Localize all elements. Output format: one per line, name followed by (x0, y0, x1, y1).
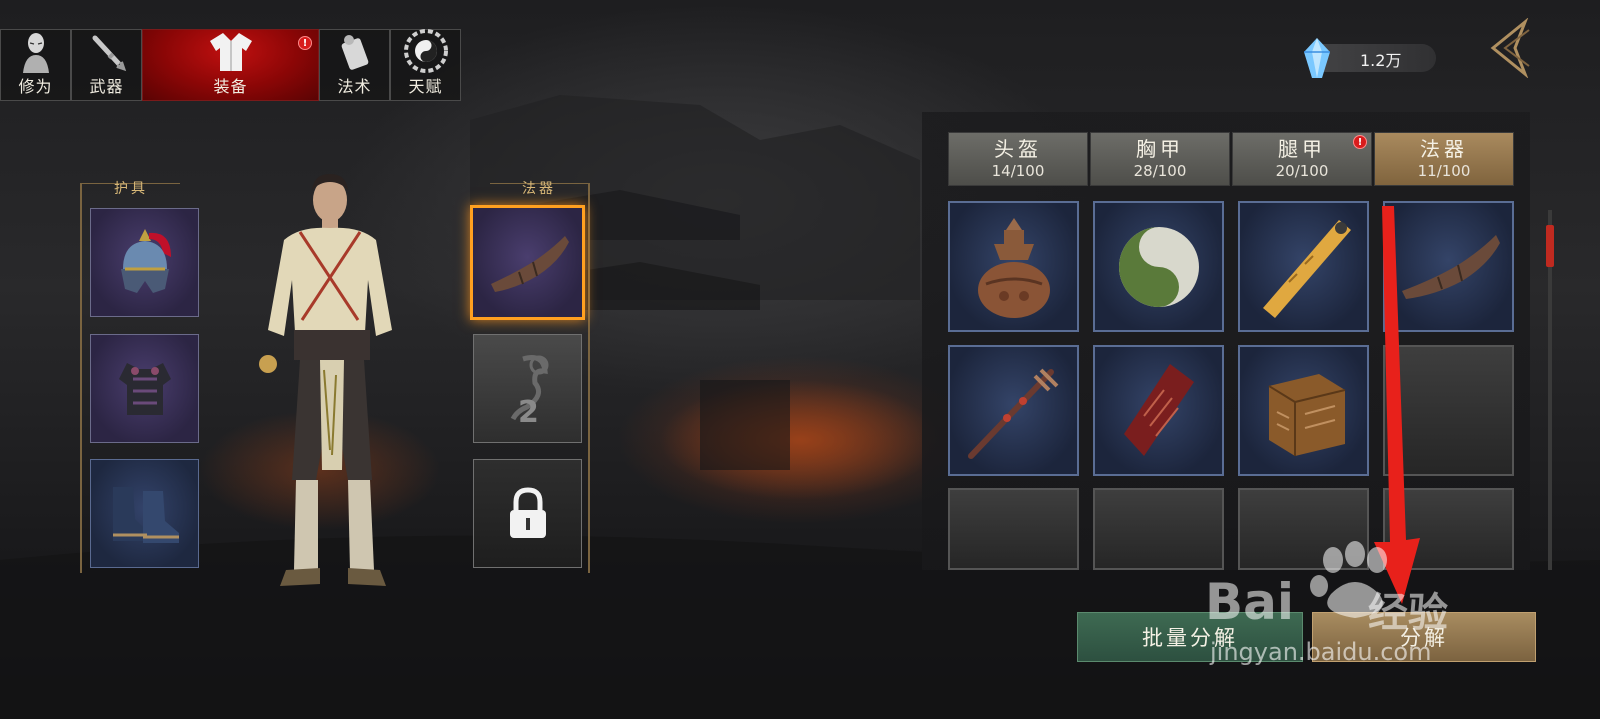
artifact-slot-selected[interactable] (470, 205, 585, 320)
category-count: 14/100 (991, 162, 1045, 180)
tab-label: 法术 (337, 77, 372, 96)
inventory-slot[interactable] (1238, 345, 1369, 476)
scroll-icon (332, 30, 378, 73)
inventory-slot[interactable] (948, 201, 1079, 332)
category-name: 胸甲 (1136, 137, 1184, 161)
horn-icon (490, 235, 569, 292)
armor-section-label: 护具 (114, 181, 148, 197)
category-tab-legs[interactable]: 腿甲 20/100 ! (1232, 132, 1372, 186)
tab-equipment[interactable]: 装备 ! (142, 29, 319, 101)
inventory-slot-empty[interactable] (948, 488, 1079, 570)
category-name: 法器 (1420, 137, 1468, 161)
watermark-brand-cn: 经验 (1368, 590, 1448, 636)
category-count: 20/100 (1275, 162, 1329, 180)
bronze-seal-cube-icon (1267, 373, 1345, 456)
tab-label: 修为 (18, 77, 53, 96)
inventory-slot[interactable] (1238, 201, 1369, 332)
helmet-icon (120, 228, 171, 293)
watermark-brand: Bai (1205, 573, 1294, 631)
tab-label: 武器 (89, 77, 124, 96)
category-tab-artifact[interactable]: 法器 11/100 (1374, 132, 1514, 186)
tab-cultivation[interactable]: 修为 (0, 29, 71, 101)
wooden-ruler-icon (1262, 219, 1351, 318)
blue-crystal-icon (1304, 38, 1330, 78)
slot-count: 2 (518, 395, 539, 430)
lock-icon (509, 486, 546, 538)
notification-badge: ! (1353, 135, 1367, 149)
category-tab-chest[interactable]: 胸甲 28/100 (1090, 132, 1230, 186)
armor-slot-helmet[interactable] (90, 208, 199, 317)
chest-armor-icon (118, 362, 171, 415)
yin-yang-bagua-icon (403, 29, 449, 73)
tab-spells[interactable]: 法术 (319, 29, 390, 101)
armor-slot-boots[interactable] (90, 459, 199, 568)
tab-label: 天赋 (408, 77, 443, 96)
armor-frame-line (80, 183, 82, 573)
inventory-scroll-thumb[interactable] (1546, 225, 1554, 267)
tab-weapon[interactable]: 武器 (71, 29, 142, 101)
artifact-slot-locked[interactable] (473, 459, 582, 568)
top-navigation-tabs: 修为 武器 装备 ! 法术 天赋 (0, 29, 461, 101)
currency-display: 1.2万 (1300, 38, 1436, 78)
inventory-slot[interactable] (1093, 345, 1224, 476)
artifact-frame-line (588, 183, 590, 573)
back-arrow-icon[interactable] (1485, 18, 1537, 78)
notification-badge: ! (298, 36, 312, 50)
inventory-slot[interactable] (948, 345, 1079, 476)
character-model (259, 174, 392, 586)
meditation-figure-icon (13, 30, 59, 73)
tab-talent[interactable]: 天赋 (390, 29, 461, 101)
category-count: 11/100 (1417, 162, 1471, 180)
jade-yin-yang-icon (1118, 226, 1199, 307)
ornate-sword-icon (967, 368, 1058, 459)
category-tab-helmet[interactable]: 头盔 14/100 (948, 132, 1088, 186)
category-name: 头盔 (994, 137, 1042, 161)
category-count: 28/100 (1133, 162, 1187, 180)
sword-icon (84, 30, 130, 73)
inventory-slot[interactable] (1093, 201, 1224, 332)
robe-icon (208, 30, 254, 73)
artifact-slot-empty[interactable]: 2 (473, 334, 582, 443)
red-talisman-icon (1123, 363, 1194, 456)
artifact-section-label: 法器 (522, 181, 556, 197)
watermark-url: jingyan.baidu.com (1210, 638, 1432, 666)
currency-value: 1.2万 (1360, 51, 1402, 70)
tab-label: 装备 (213, 77, 248, 96)
bronze-gourd-vessel-icon (977, 217, 1050, 318)
armor-slot-chest[interactable] (90, 334, 199, 443)
boots-icon (112, 486, 179, 543)
category-name: 腿甲 (1278, 137, 1326, 161)
